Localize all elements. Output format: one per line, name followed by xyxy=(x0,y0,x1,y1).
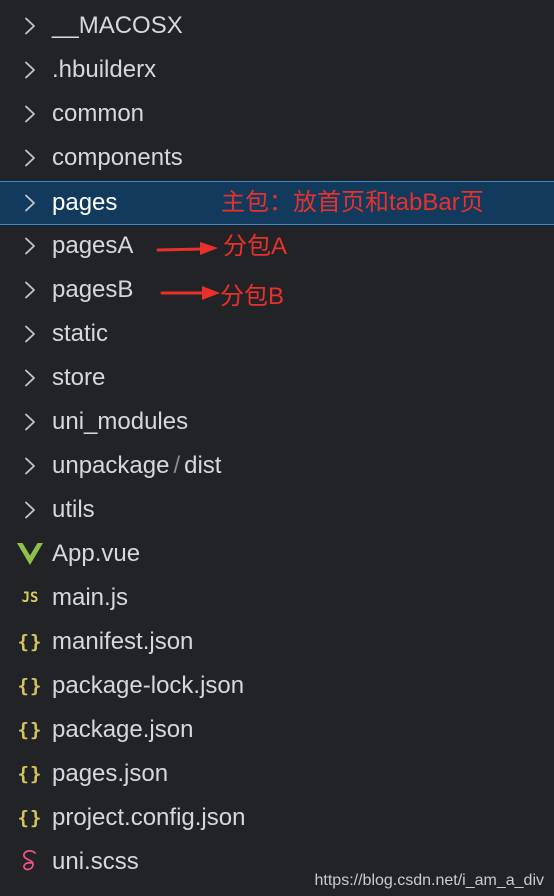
file-item-pages-json[interactable]: {} pages.json xyxy=(0,753,554,797)
file-item-project-config-json[interactable]: {} project.config.json xyxy=(0,797,554,841)
watermark: https://blog.csdn.net/i_am_a_div xyxy=(314,872,544,889)
json-icon: {} xyxy=(17,719,43,741)
sass-icon xyxy=(16,841,44,883)
chevron-right-icon xyxy=(16,269,44,311)
folder-item-unpackage[interactable]: unpackage / dist xyxy=(0,445,554,489)
sub-package-a-annotation: 分包A xyxy=(223,233,288,260)
folder-item-components[interactable]: components xyxy=(0,137,554,181)
item-label: project.config.json xyxy=(52,804,246,831)
file-item-main-js[interactable]: JS main.js xyxy=(0,577,554,621)
chevron-right-icon xyxy=(16,225,44,267)
json-icon: {} xyxy=(17,631,43,653)
json-icon: {} xyxy=(17,763,43,785)
file-item-manifest-json[interactable]: {} manifest.json xyxy=(0,621,554,665)
folder-item-macosx[interactable]: __MACOSX xyxy=(0,5,554,49)
file-item-package-json[interactable]: {} package.json xyxy=(0,709,554,753)
item-label: pages xyxy=(52,189,118,216)
chevron-right-icon xyxy=(16,401,44,443)
item-label: .hbuilderx xyxy=(52,56,157,83)
chevron-right-icon xyxy=(16,5,44,47)
arrow-to-pagesA xyxy=(156,242,218,255)
arrow-to-pagesB xyxy=(160,286,220,300)
folder-name: unpackage xyxy=(52,452,170,479)
item-label: uni_modules xyxy=(52,408,189,435)
item-label: pagesA xyxy=(52,232,134,259)
main-package-annotation: 主包：放首页和tabBar页 xyxy=(221,189,484,216)
chevron-right-icon xyxy=(16,357,44,399)
item-label: package.json xyxy=(52,716,194,743)
chevron-right-icon xyxy=(16,313,44,355)
item-label: manifest.json xyxy=(52,628,194,655)
item-label: pages.json xyxy=(52,760,169,787)
folder-item-utils[interactable]: utils xyxy=(0,489,554,533)
file-item-app-vue[interactable]: App.vue xyxy=(0,533,554,577)
item-label: App.vue xyxy=(52,540,141,567)
item-label: components xyxy=(52,144,183,171)
item-label: unpackage / dist xyxy=(52,445,221,487)
folder-item-uni-modules[interactable]: uni_modules xyxy=(0,401,554,445)
chevron-right-icon xyxy=(16,489,44,531)
chevron-right-icon xyxy=(16,445,44,487)
item-label: __MACOSX xyxy=(52,12,183,39)
item-label: common xyxy=(52,100,145,127)
folder-item-hbuilderx[interactable]: .hbuilderx xyxy=(0,49,554,93)
file-item-package-lock-json[interactable]: {} package-lock.json xyxy=(0,665,554,709)
item-label: pagesB xyxy=(52,276,134,303)
item-label: main.js xyxy=(52,584,129,611)
folder-item-static[interactable]: static xyxy=(0,313,554,357)
js-icon: JS xyxy=(21,590,39,606)
chevron-right-icon xyxy=(16,137,44,179)
chevron-right-icon xyxy=(16,49,44,91)
item-label: utils xyxy=(52,496,95,523)
item-label: package-lock.json xyxy=(52,672,245,699)
item-label: store xyxy=(52,364,106,391)
vue-icon xyxy=(16,533,44,575)
item-label: uni.scss xyxy=(52,848,139,875)
chevron-right-icon xyxy=(16,182,44,224)
folder-item-common[interactable]: common xyxy=(0,93,554,137)
json-icon: {} xyxy=(17,675,43,697)
file-explorer-tree: __MACOSX .hbuilderx common components pages p… xyxy=(0,5,554,885)
folder-item-store[interactable]: store xyxy=(0,357,554,401)
json-icon: {} xyxy=(17,807,43,829)
path-separator: / xyxy=(173,452,181,479)
sub-package-b-annotation: 分包B xyxy=(220,283,285,310)
compact-subfolder-name: dist xyxy=(184,452,222,479)
item-label: static xyxy=(52,320,109,347)
chevron-right-icon xyxy=(16,93,44,135)
